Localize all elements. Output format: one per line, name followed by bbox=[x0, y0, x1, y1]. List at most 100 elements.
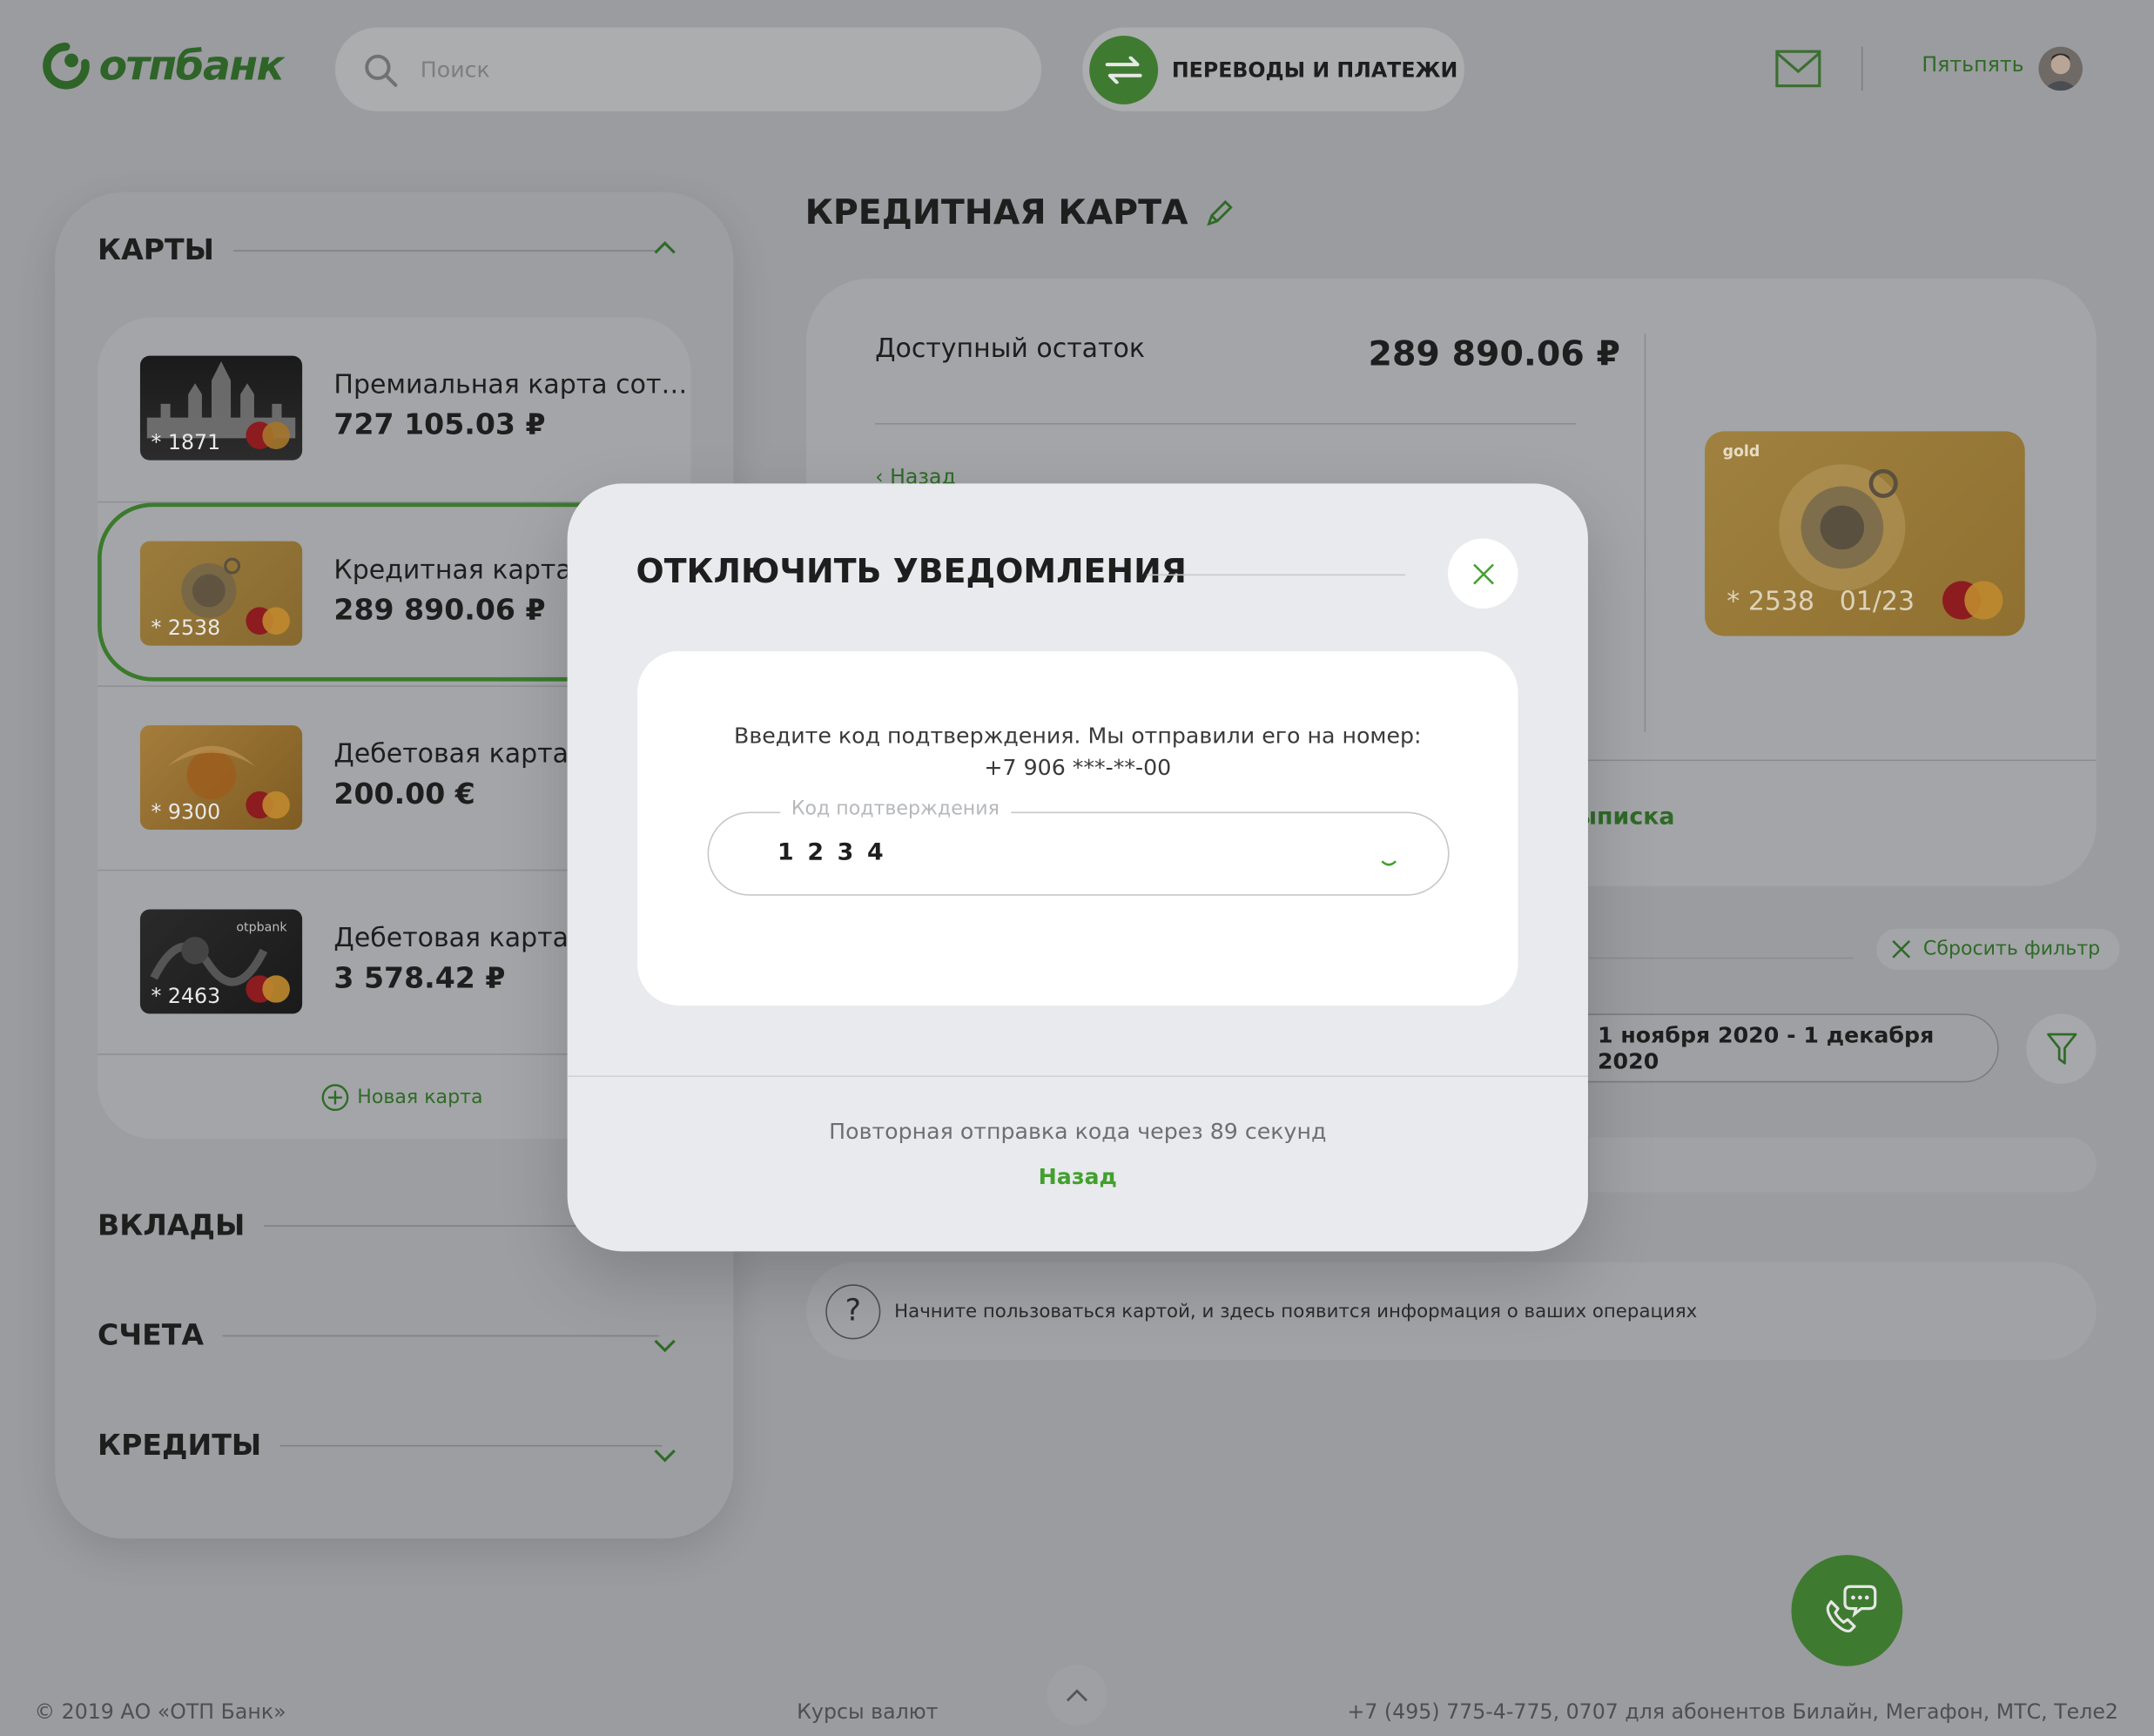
card-balance: 727 105.03 ₽ bbox=[333, 407, 546, 441]
card-item[interactable]: * 1871 Премиальная карта сот… 727 105.03… bbox=[98, 317, 691, 501]
footer: © 2019 АО «ОТП Банк» Курсы валют +7 (495… bbox=[0, 1665, 2154, 1736]
question-icon: ? bbox=[825, 1283, 881, 1339]
divider bbox=[264, 1224, 595, 1227]
deposits-section-header[interactable]: ВКЛАДЫ bbox=[98, 1208, 595, 1242]
accounts-section-header[interactable]: СЧЕТА bbox=[98, 1319, 660, 1352]
chevron-down-icon[interactable] bbox=[652, 1443, 676, 1467]
modal-title: ОТКЛЮЧИТЬ УВЕДОМЛЕНИЯ bbox=[636, 552, 1187, 591]
search-box[interactable] bbox=[334, 27, 1041, 111]
card-thumbnail: * 1871 bbox=[139, 355, 303, 461]
divider bbox=[233, 249, 656, 251]
operations-placeholder bbox=[1589, 1137, 2097, 1193]
reset-filter-label: Сбросить фильтр bbox=[1922, 938, 2101, 960]
divider bbox=[567, 1075, 1588, 1078]
card-mask: * 9300 bbox=[151, 799, 221, 824]
confirmation-message: Введите код подтверждения. Мы отправили … bbox=[734, 722, 1422, 781]
date-range-value: 1 ноября 2020 - 1 декабря 2020 bbox=[1597, 1021, 1935, 1074]
chevron-down-icon[interactable] bbox=[652, 1332, 676, 1356]
transfers-button[interactable]: ПЕРЕВОДЫ И ПЛАТЕЖИ bbox=[1082, 27, 1464, 111]
call-chat-button[interactable] bbox=[1791, 1555, 1903, 1666]
new-card-button[interactable]: Новая карта bbox=[321, 1084, 483, 1112]
transfer-arrows-icon bbox=[1089, 35, 1159, 104]
card-mask: * 1871 bbox=[151, 429, 221, 455]
mastercard-icon bbox=[246, 421, 290, 449]
avatar[interactable] bbox=[2038, 46, 2083, 91]
divider bbox=[223, 1334, 660, 1336]
available-label: Доступный остаток bbox=[875, 333, 1145, 365]
search-input[interactable] bbox=[420, 56, 970, 83]
filter-button[interactable] bbox=[2026, 1013, 2097, 1084]
search-icon bbox=[365, 53, 398, 87]
copyright: © 2019 АО «ОТП Банк» bbox=[34, 1699, 286, 1725]
phone-chat-icon bbox=[1825, 1585, 1876, 1632]
card-mask: * 2538 bbox=[151, 615, 221, 641]
card-image: gold * 2538 01/23 bbox=[1705, 431, 2025, 636]
cards-title: КАРТЫ bbox=[98, 233, 214, 267]
mail-icon[interactable] bbox=[1775, 50, 1822, 88]
otp-logo-icon bbox=[43, 42, 90, 90]
card-name: Премиальная карта сот… bbox=[333, 369, 688, 400]
close-icon bbox=[1472, 562, 1494, 584]
page-title-text: КРЕДИТНАЯ КАРТА bbox=[804, 192, 1188, 232]
credits-section-header[interactable]: КРЕДИТЫ bbox=[98, 1429, 663, 1462]
contact-phone: +7 (495) 775-4-775, 0707 для абонентов Б… bbox=[1347, 1699, 2118, 1725]
card-mask: * 2538 bbox=[1727, 586, 1815, 617]
reset-filter-button[interactable]: Сбросить фильтр bbox=[1876, 928, 2120, 970]
code-field[interactable]: Код подтверждения bbox=[707, 797, 1450, 896]
loading-spinner-icon bbox=[1381, 860, 1397, 866]
pencil-icon[interactable] bbox=[1204, 197, 1235, 227]
card-name: Кредитная карта bbox=[333, 555, 572, 586]
user-name[interactable]: Пятьпять bbox=[1922, 52, 2023, 77]
code-input[interactable] bbox=[777, 835, 1355, 871]
funnel-icon bbox=[2046, 1032, 2077, 1064]
close-button[interactable] bbox=[1448, 538, 1518, 609]
resend-timer: Повторная отправка кода через 89 секунд bbox=[829, 1118, 1327, 1145]
code-form: Введите код подтверждения. Мы отправили … bbox=[637, 650, 1518, 1006]
card-tier: gold bbox=[1722, 442, 1760, 461]
card-thumbnail: * 9300 bbox=[139, 725, 303, 830]
header-divider bbox=[1861, 46, 1863, 91]
card-name: Дебетовая карта bbox=[333, 738, 569, 770]
back-button[interactable]: Назад bbox=[568, 1163, 1588, 1189]
mastercard-icon bbox=[246, 975, 290, 1003]
card-name: Дебетовая карта bbox=[333, 923, 569, 954]
accounts-title: СЧЕТА bbox=[98, 1318, 205, 1352]
mastercard-icon bbox=[246, 607, 290, 635]
chevron-up-icon[interactable] bbox=[652, 236, 676, 260]
page-title: КРЕДИТНАЯ КАРТА bbox=[805, 192, 1235, 232]
svg-text:otpbank: otpbank bbox=[236, 921, 287, 935]
divider bbox=[875, 422, 1576, 425]
bank-logo[interactable]: отпбанк bbox=[41, 41, 285, 91]
close-icon bbox=[1892, 939, 1911, 959]
credits-title: КРЕДИТЫ bbox=[98, 1428, 262, 1462]
info-banner: ? Начните пользоваться картой, и здесь п… bbox=[806, 1262, 2097, 1361]
mastercard-icon bbox=[246, 791, 290, 819]
divider bbox=[280, 1444, 663, 1446]
card-expiry: 01/23 bbox=[1839, 586, 1915, 617]
deposits-title: ВКЛАДЫ bbox=[98, 1208, 246, 1242]
statement-link[interactable]: ыписка bbox=[1576, 804, 1675, 831]
card-balance: 200.00 € bbox=[333, 777, 475, 811]
card-balance: 3 578.42 ₽ bbox=[333, 961, 506, 995]
info-text: Начните пользоваться картой, и здесь поя… bbox=[894, 1300, 1698, 1322]
divider bbox=[1147, 574, 1406, 576]
chevron-up-icon bbox=[1066, 1689, 1088, 1702]
cards-section-header[interactable]: КАРТЫ bbox=[98, 233, 656, 267]
disable-notifications-modal: ОТКЛЮЧИТЬ УВЕДОМЛЕНИЯ Введите код подтве… bbox=[567, 483, 1588, 1252]
code-field-label: Код подтверждения bbox=[780, 797, 1011, 820]
date-range-picker[interactable]: 1 ноября 2020 - 1 декабря 2020 bbox=[1552, 1013, 1999, 1083]
exchange-rates-link[interactable]: Курсы валют bbox=[797, 1699, 938, 1724]
card-mask: * 2463 bbox=[151, 983, 221, 1009]
filter-divider bbox=[1589, 957, 1854, 959]
transfers-label: ПЕРЕВОДЫ И ПЛАТЕЖИ bbox=[1171, 57, 1458, 82]
mastercard-icon bbox=[1942, 581, 2003, 620]
card-thumbnail: * 2538 bbox=[139, 541, 303, 646]
available-value: 289 890.06 ₽ bbox=[1368, 333, 1620, 374]
scroll-up-button[interactable] bbox=[1047, 1665, 1107, 1726]
new-card-label: Новая карта bbox=[357, 1087, 483, 1109]
app-root: отпбанк ПЕРЕВОДЫ И ПЛАТЕЖИ Пятьпять bbox=[0, 0, 2154, 1736]
logo-text: отпбанк bbox=[98, 42, 285, 91]
card-thumbnail: otpbank * 2463 bbox=[139, 909, 303, 1014]
card-balance: 289 890.06 ₽ bbox=[333, 593, 546, 627]
plus-circle-icon bbox=[321, 1084, 349, 1112]
